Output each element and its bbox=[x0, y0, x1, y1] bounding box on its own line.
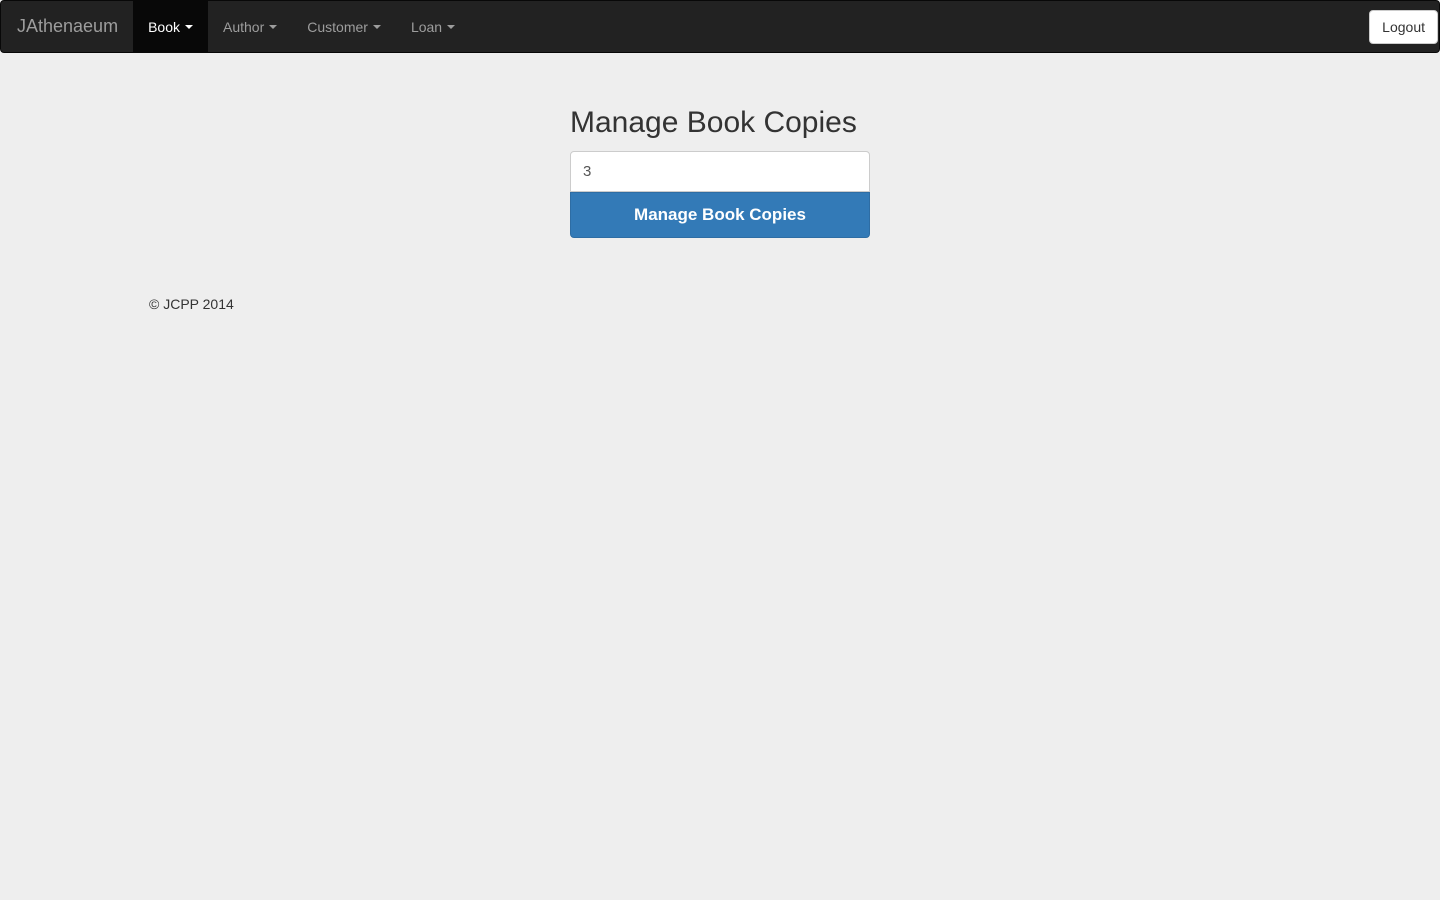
footer-copyright: © JCPP 2014 bbox=[149, 296, 234, 312]
caret-down-icon bbox=[372, 24, 381, 29]
book-id-input[interactable] bbox=[570, 151, 870, 192]
manage-book-copies-button[interactable]: Manage Book Copies bbox=[570, 192, 870, 238]
page-title: Manage Book Copies bbox=[570, 106, 857, 139]
nav-menu: Book Author Customer Loan bbox=[133, 1, 470, 52]
brand-link[interactable]: JAthenaeum bbox=[1, 1, 133, 52]
logout-button[interactable]: Logout bbox=[1369, 10, 1438, 44]
nav-item-author[interactable]: Author bbox=[208, 1, 292, 52]
nav-item-label: Book bbox=[148, 18, 180, 35]
nav-item-customer[interactable]: Customer bbox=[292, 1, 396, 52]
nav-item-label: Author bbox=[223, 18, 265, 35]
caret-down-icon bbox=[269, 24, 278, 29]
top-navbar: JAthenaeum Book Author Customer Loan Log… bbox=[0, 0, 1440, 53]
nav-item-loan[interactable]: Loan bbox=[396, 1, 470, 52]
manage-copies-form: Manage Book Copies Manage Book Copies bbox=[570, 104, 870, 238]
caret-down-icon bbox=[447, 24, 456, 29]
caret-down-icon bbox=[185, 24, 193, 29]
nav-item-book[interactable]: Book bbox=[133, 1, 208, 52]
nav-item-label: Loan bbox=[410, 18, 443, 35]
nav-item-label: Customer bbox=[307, 18, 368, 35]
